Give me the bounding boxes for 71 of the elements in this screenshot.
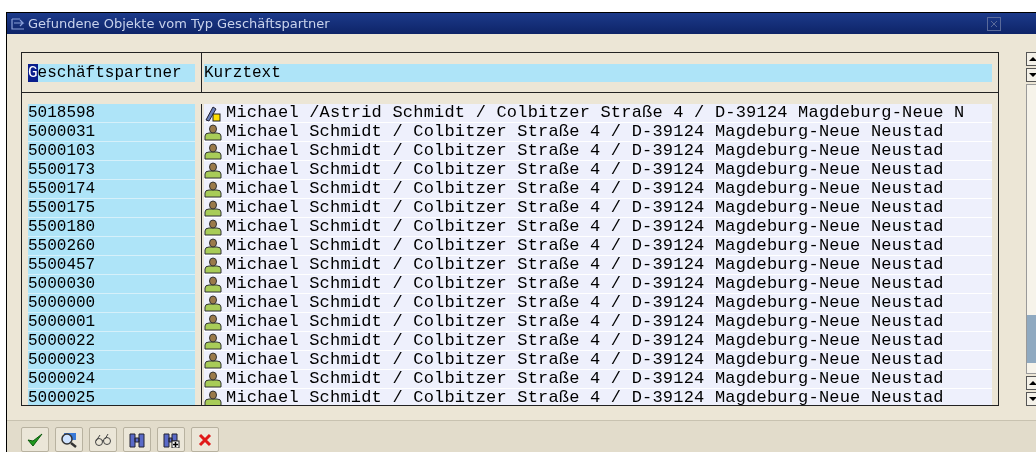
short-text-cell: Michael Schmidt / Colbitzer Straße 4 / D-39124 Magdeburg-Neue Neustad [226, 237, 944, 255]
scroll-thumb[interactable] [1027, 315, 1036, 363]
partner-number-cell[interactable]: 5000023 [28, 351, 195, 370]
window-title: Gefundene Objekte vom Typ Geschäftspartner [28, 16, 330, 31]
partner-number-cell[interactable]: 5500457 [28, 256, 195, 275]
person-icon [204, 313, 222, 331]
person-icon [204, 180, 222, 198]
column-header[interactable]: Kurztext [204, 63, 992, 82]
partner-number-cell[interactable]: 5000030 [28, 275, 195, 294]
glasses-button[interactable] [89, 427, 117, 452]
binoculars-plus-icon [162, 431, 180, 448]
glasses-icon [94, 431, 112, 448]
short-text-cell: Michael Schmidt / Colbitzer Straße 4 / D-39124 Magdeburg-Neue Neustad [226, 332, 944, 350]
partner-number-cell[interactable]: 5500174 [28, 180, 195, 199]
partner-number-cell[interactable]: 5000103 [28, 142, 195, 161]
scroll-up-icon[interactable] [1026, 52, 1036, 66]
checkmark-icon [26, 431, 44, 448]
short-text-cell: Michael Schmidt / Colbitzer Straße 4 / D-39124 Magdeburg-Neue Neustad [226, 199, 944, 217]
person-icon [204, 199, 222, 217]
partner-number-cell[interactable]: 5000000 [28, 294, 195, 313]
scroll-up-icon[interactable] [1026, 376, 1036, 390]
short-text-cell: Michael Schmidt / Colbitzer Straße 4 / D-39124 Magdeburg-Neue Neustad [226, 313, 944, 331]
person-icon [204, 370, 222, 388]
partner-number-cell[interactable]: 5500260 [28, 237, 195, 256]
partner-number-cell[interactable]: 5000001 [28, 313, 195, 332]
search-button[interactable] [55, 427, 83, 452]
partner-number-cell[interactable]: 5000022 [28, 332, 195, 351]
short-text-cell: Michael Schmidt / Colbitzer Straße 4 / D-39124 Magdeburg-Neue Neustad [226, 275, 944, 293]
scroll-down-icon[interactable] [1026, 68, 1036, 82]
partner-number-cell[interactable]: 5500173 [28, 161, 195, 180]
short-text-cell: Michael Schmidt / Colbitzer Straße 4 / D-39124 Magdeburg-Neue Neustad [226, 123, 944, 141]
partner-number-cell[interactable]: 5500180 [28, 218, 195, 237]
partner-number-cell[interactable]: 5018598 [28, 104, 195, 123]
short-text-cell: Michael Schmidt / Colbitzer Straße 4 / D-39124 Magdeburg-Neue Neustad [226, 256, 944, 274]
close-icon [196, 431, 214, 448]
close-icon[interactable] [987, 16, 1001, 31]
cancel-button[interactable] [191, 427, 219, 452]
search-icon [60, 431, 78, 448]
partner-number-cell[interactable]: 5500175 [28, 199, 195, 218]
scroll-down-icon[interactable] [1026, 392, 1036, 406]
short-text-cell: Michael Schmidt / Colbitzer Straße 4 / D-39124 Magdeburg-Neue Neustad [226, 142, 944, 160]
person-icon [204, 294, 222, 312]
window-icon [11, 17, 25, 30]
short-text-cell: Michael Schmidt / Colbitzer Straße 4 / D-39124 Magdeburg-Neue Neustad [226, 351, 944, 369]
person-icon [204, 237, 222, 255]
short-text-cell: Michael Schmidt / Colbitzer Straße 4 / D-39124 Magdeburg-Neue Neustad [226, 370, 944, 388]
person-icon [204, 142, 222, 160]
short-text-cell: Michael Schmidt / Colbitzer Straße 4 / D-39124 Magdeburg-Neue Neustad [226, 389, 944, 405]
short-text-cell: Michael Schmidt / Colbitzer Straße 4 / D-39124 Magdeburg-Neue Neustad [226, 294, 944, 312]
short-text-cell: Michael Schmidt / Colbitzer Straße 4 / D-39124 Magdeburg-Neue Neustad [226, 161, 944, 179]
person-icon [204, 218, 222, 236]
person-icon [204, 351, 222, 369]
partner-number-cell[interactable]: 5000031 [28, 123, 195, 142]
find-next-button[interactable] [157, 427, 185, 452]
person-icon [204, 389, 222, 405]
partner-number-cell[interactable]: 5000024 [28, 370, 195, 389]
column-header[interactable]: Geschäftspartner [28, 63, 195, 82]
short-text-cell: Michael /Astrid Schmidt / Colbitzer Straße 4 / D-39124 Magdeburg-Neue N [226, 104, 965, 122]
pen-and-box-icon [204, 104, 222, 122]
short-text-cell: Michael Schmidt / Colbitzer Straße 4 / D-39124 Magdeburg-Neue Neustad [226, 180, 944, 198]
find-button[interactable] [123, 427, 151, 452]
short-text-cell: Michael Schmidt / Colbitzer Straße 4 / D-39124 Magdeburg-Neue Neustad [226, 218, 944, 236]
binoculars-icon [128, 431, 146, 448]
confirm-button[interactable] [21, 427, 49, 452]
scrollbar[interactable] [1026, 52, 1036, 406]
partner-number-cell[interactable]: 5000025 [28, 389, 195, 405]
person-icon [204, 161, 222, 179]
person-icon [204, 256, 222, 274]
person-icon [204, 275, 222, 293]
person-icon [204, 123, 222, 141]
person-icon [204, 332, 222, 350]
